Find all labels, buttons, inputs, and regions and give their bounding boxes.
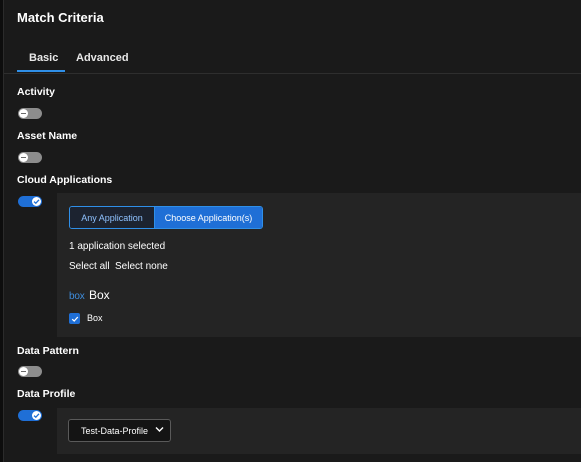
cloud-applications-toggle[interactable] bbox=[18, 196, 42, 207]
data-profile-selected-value: Test-Data-Profile bbox=[81, 425, 149, 436]
panel-title: Match Criteria bbox=[17, 10, 104, 25]
activity-toggle[interactable] bbox=[18, 108, 42, 119]
checkmark-icon bbox=[71, 316, 78, 322]
data-profile-label: Data Profile bbox=[17, 388, 76, 400]
cloud-applications-subpanel: Any Application Choose Application(s) 1 … bbox=[57, 193, 581, 337]
activity-label: Activity bbox=[17, 86, 55, 98]
box-logo-icon: box bbox=[69, 291, 85, 302]
box-checkbox-label: Box bbox=[87, 313, 103, 323]
toggle-off-icon bbox=[19, 109, 28, 118]
asset-name-label: Asset Name bbox=[17, 130, 78, 142]
data-profile-select[interactable]: Test-Data-Profile bbox=[68, 419, 171, 442]
cloud-applications-label: Cloud Applications bbox=[17, 174, 113, 186]
data-profile-toggle[interactable] bbox=[18, 410, 42, 421]
match-criteria-panel: Match Criteria Basic Advanced Activity A… bbox=[3, 0, 581, 462]
active-tab-indicator bbox=[17, 70, 65, 72]
toggle-off-icon bbox=[19, 153, 28, 162]
data-pattern-label: Data Pattern bbox=[17, 345, 79, 357]
data-pattern-toggle[interactable] bbox=[18, 366, 42, 377]
tab-basic[interactable]: Basic bbox=[29, 52, 58, 64]
data-profile-subpanel: Test-Data-Profile bbox=[57, 408, 581, 454]
tab-advanced[interactable]: Advanced bbox=[76, 52, 129, 64]
application-mode-segmented-control: Any Application Choose Application(s) bbox=[69, 206, 263, 229]
asset-name-toggle[interactable] bbox=[18, 152, 42, 163]
box-checkbox[interactable] bbox=[69, 313, 80, 324]
any-application-button[interactable]: Any Application bbox=[70, 207, 154, 228]
toggle-on-check-icon bbox=[32, 197, 41, 206]
selection-count: 1 application selected bbox=[69, 241, 166, 252]
select-all-link[interactable]: Select all bbox=[69, 261, 110, 272]
toggle-off-icon bbox=[19, 367, 28, 376]
app-group-name: Box bbox=[89, 288, 110, 302]
choose-applications-button[interactable]: Choose Application(s) bbox=[154, 207, 262, 228]
select-none-link[interactable]: Select none bbox=[115, 261, 168, 272]
tab-bar: Basic Advanced bbox=[4, 48, 581, 74]
toggle-on-check-icon bbox=[32, 411, 41, 420]
chevron-down-icon bbox=[155, 427, 164, 432]
